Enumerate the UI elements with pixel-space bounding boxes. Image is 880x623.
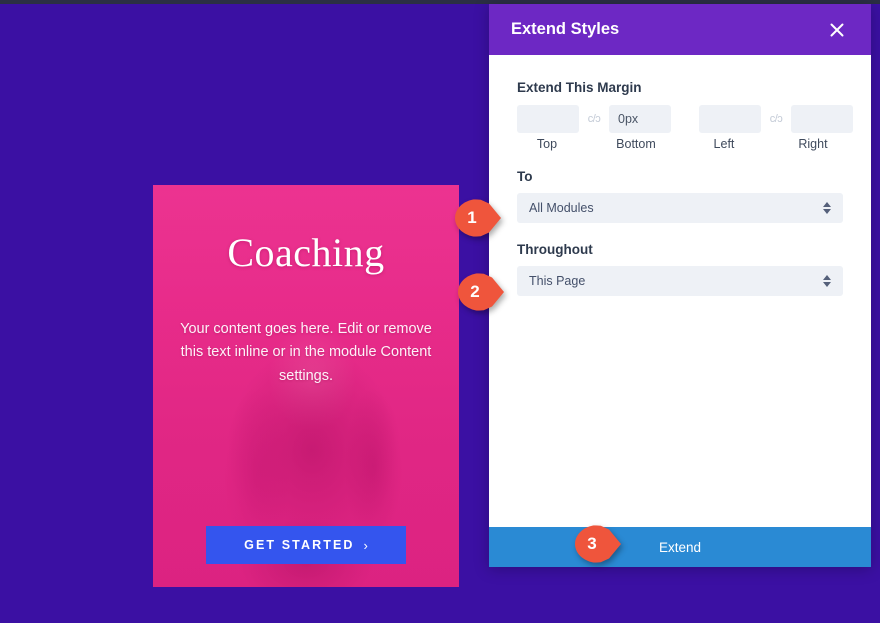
to-label: To — [517, 169, 533, 184]
to-select-wrap: All Modules — [517, 193, 843, 223]
panel-title: Extend Styles — [511, 20, 620, 38]
get-started-label: GET STARTED — [244, 538, 355, 552]
margin-horizontal-group: c/ɔ — [699, 105, 853, 133]
margin-vertical-group: c/ɔ — [517, 105, 671, 133]
callout-number: 3 — [587, 534, 597, 553]
margin-left-input[interactable] — [699, 105, 761, 133]
extend-button[interactable]: Extend — [489, 527, 871, 567]
margin-inputs-row: c/ɔ c/ɔ — [517, 104, 853, 134]
callout-badge-1: 1 — [455, 199, 501, 237]
margin-bottom-caption: Bottom — [616, 137, 656, 151]
margin-right-input[interactable] — [791, 105, 853, 133]
extend-button-label: Extend — [658, 539, 702, 555]
card-title: Coaching — [227, 230, 385, 275]
callout-badge-2: 2 — [458, 273, 504, 311]
margin-bottom-input[interactable] — [609, 105, 671, 133]
throughout-select-wrap: This Page — [517, 266, 843, 296]
panel-body: Extend This Margin c/ɔ c/ɔ Top Bottom Le… — [489, 55, 871, 527]
callout-number: 1 — [467, 208, 477, 227]
close-icon[interactable] — [825, 18, 849, 42]
margin-captions-row: Top Bottom Left Right — [517, 137, 843, 151]
throughout-select-value: This Page — [529, 274, 586, 288]
callout-number: 2 — [470, 282, 480, 301]
unlink-icon-horizontal[interactable]: c/ɔ — [761, 113, 791, 125]
throughout-select[interactable]: This Page — [517, 266, 843, 296]
extend-styles-panel: Extend Styles Extend This Margin c/ɔ c/ɔ — [489, 4, 871, 567]
coaching-module-card[interactable]: Coaching Your content goes here. Edit or… — [153, 185, 459, 587]
margin-top-input[interactable] — [517, 105, 579, 133]
unlink-icon-vertical[interactable]: c/ɔ — [579, 113, 609, 125]
margin-left-caption: Left — [713, 137, 735, 151]
chevron-right-icon: › — [363, 537, 368, 553]
callout-badge-3: 3 — [575, 525, 621, 563]
to-select-value: All Modules — [529, 201, 594, 215]
margin-top-caption: Top — [536, 137, 558, 151]
throughout-label: Throughout — [517, 242, 593, 257]
margin-right-caption: Right — [798, 137, 828, 151]
panel-header: Extend Styles — [489, 4, 871, 55]
card-content: Coaching Your content goes here. Edit or… — [153, 185, 459, 587]
card-body-text: Your content goes here. Edit or remove t… — [180, 321, 432, 384]
extend-margin-label: Extend This Margin — [517, 80, 642, 95]
to-select[interactable]: All Modules — [517, 193, 843, 223]
get-started-button[interactable]: GET STARTED › — [206, 526, 406, 564]
